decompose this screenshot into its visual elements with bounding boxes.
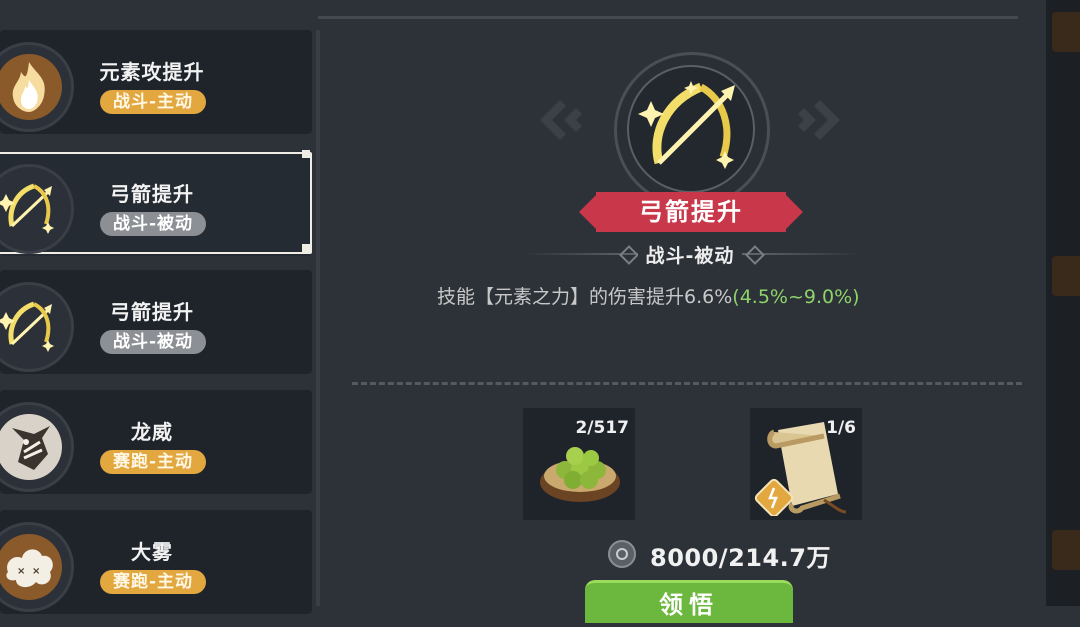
cost-row: 8000/214.7万: [608, 538, 848, 572]
learn-button[interactable]: 领悟: [585, 580, 793, 623]
list-scrollbar[interactable]: [316, 30, 320, 606]
material-slot[interactable]: 2/517: [522, 407, 636, 521]
skill-title: 弓箭提升: [110, 182, 194, 206]
skill-type-badge: 赛跑-主动: [100, 450, 206, 474]
side-tab[interactable]: [1052, 256, 1080, 296]
svg-text:×: ×: [17, 566, 25, 577]
skill-card[interactable]: 龙威 赛跑-主动: [0, 390, 312, 494]
fog-cloud-icon: × ×: [0, 522, 74, 612]
skill-title: 弓箭提升: [110, 300, 194, 324]
svg-text:×: ×: [32, 566, 40, 577]
green-fruit-bowl-icon: [540, 447, 620, 502]
skill-type-badge: 赛跑-主动: [100, 570, 206, 594]
description-text: 技能【元素之力】的伤害提升6.6%: [437, 286, 733, 308]
skill-title: 龙威: [131, 420, 173, 444]
fire-icon: [0, 42, 74, 132]
cost-text: 8000/214.7万: [650, 544, 831, 572]
skill-type-badge: 战斗-被动: [100, 212, 206, 236]
detail-description: 技能【元素之力】的伤害提升6.6%(4.5%~9.0%): [437, 282, 860, 309]
bow-arrow-icon: [627, 65, 755, 193]
side-panel: [1046, 0, 1080, 606]
selection-corner: [302, 150, 310, 158]
diamond-icon: [745, 245, 765, 265]
detail-skill-name: 弓箭提升: [596, 192, 786, 232]
dashed-divider: [352, 382, 1022, 385]
skill-card-selected[interactable]: 弓箭提升 战斗-被动: [0, 150, 312, 256]
skill-title: 大雾: [131, 540, 173, 564]
material-count: 2/517: [575, 418, 629, 438]
ornament-right-icon: [798, 100, 840, 140]
skill-card[interactable]: 元素攻提升 战斗-主动: [0, 30, 312, 134]
bow-arrow-icon: [0, 282, 74, 372]
diamond-icon: [619, 245, 639, 265]
skill-type-badge: 战斗-被动: [100, 330, 206, 354]
skill-list: 元素攻提升 战斗-主动 弓箭提升 战斗-被动 弓箭提升 战斗-被动 龙威 赛跑-…: [0, 30, 322, 614]
detail-skill-icon-frame: [614, 52, 770, 208]
skill-card[interactable]: 弓箭提升 战斗-被动: [0, 270, 312, 374]
description-range: (4.5%~9.0%): [732, 286, 860, 308]
material-count: 1/6: [826, 418, 856, 438]
ornament-left-icon: [540, 100, 582, 140]
side-tab[interactable]: [1052, 12, 1080, 52]
dragon-head-icon: [0, 402, 74, 492]
top-divider: [318, 16, 1018, 19]
coin-icon: [608, 540, 636, 568]
skill-card[interactable]: × × 大雾 赛跑-主动: [0, 510, 312, 614]
selection-corner: [302, 244, 310, 252]
skill-type-badge: 战斗-主动: [100, 90, 206, 114]
skill-title: 元素攻提升: [99, 60, 205, 84]
side-tab[interactable]: [1052, 530, 1080, 570]
material-slot[interactable]: 1/6: [749, 407, 863, 521]
detail-skill-type: 战斗-被动: [638, 241, 742, 268]
